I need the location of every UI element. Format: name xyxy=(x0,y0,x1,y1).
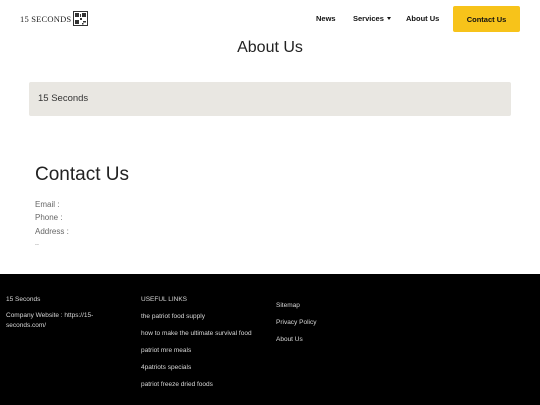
footer-company-name: 15 Seconds xyxy=(6,296,41,303)
footer: 15 Seconds Company Website : https://15-… xyxy=(0,274,540,405)
address-label: Address : xyxy=(35,227,69,236)
footer-link-ultimate-survival-food[interactable]: how to make the ultimate survival food xyxy=(141,329,261,338)
footer-link-about-us[interactable]: About Us xyxy=(276,335,396,344)
footer-link-privacy-policy[interactable]: Privacy Policy xyxy=(276,318,396,327)
company-card: 15 Seconds xyxy=(29,82,511,116)
caret-down-icon xyxy=(386,17,391,20)
useful-links-heading: USEFUL LINKS xyxy=(141,296,187,303)
brand-name: 15 SECONDS xyxy=(20,13,72,24)
contact-heading: Contact Us xyxy=(35,164,129,185)
navbar: 15 SECONDS News Services About Us Contac… xyxy=(0,0,540,38)
email-label: Email : xyxy=(35,200,60,209)
footer-link-freeze-dried-foods[interactable]: patriot freeze dried foods xyxy=(141,380,261,389)
footer-links-column: Sitemap Privacy Policy About Us xyxy=(276,301,396,344)
footer-link-patriot-food-supply[interactable]: the patriot food supply xyxy=(141,312,261,321)
footer-company-column: 15 Seconds Company Website : https://15-… xyxy=(6,295,126,331)
footer-link-patriot-mre-meals[interactable]: patriot mre meals xyxy=(141,346,261,355)
footer-company-website[interactable]: Company Website : https://15-seconds.com… xyxy=(6,311,126,331)
nav-link-services[interactable]: Services xyxy=(353,14,391,23)
footer-link-sitemap[interactable]: Sitemap xyxy=(276,301,396,310)
brand-logo[interactable]: 15 SECONDS xyxy=(20,11,89,26)
nav-services-label: Services xyxy=(353,14,384,23)
contact-us-button[interactable]: Contact Us xyxy=(453,6,520,32)
footer-link-4patriots-specials[interactable]: 4patriots specials xyxy=(141,363,261,372)
page-title: About Us xyxy=(237,39,303,56)
nav-link-news[interactable]: News xyxy=(316,14,336,23)
phone-label: Phone : xyxy=(35,213,63,222)
contact-extra: .. xyxy=(35,240,39,247)
company-name: 15 Seconds xyxy=(38,93,89,104)
nav-link-about[interactable]: About Us xyxy=(406,14,439,23)
footer-useful-links-column: USEFUL LINKS the patriot food supply how… xyxy=(141,295,261,389)
qr-code-icon xyxy=(73,11,89,26)
